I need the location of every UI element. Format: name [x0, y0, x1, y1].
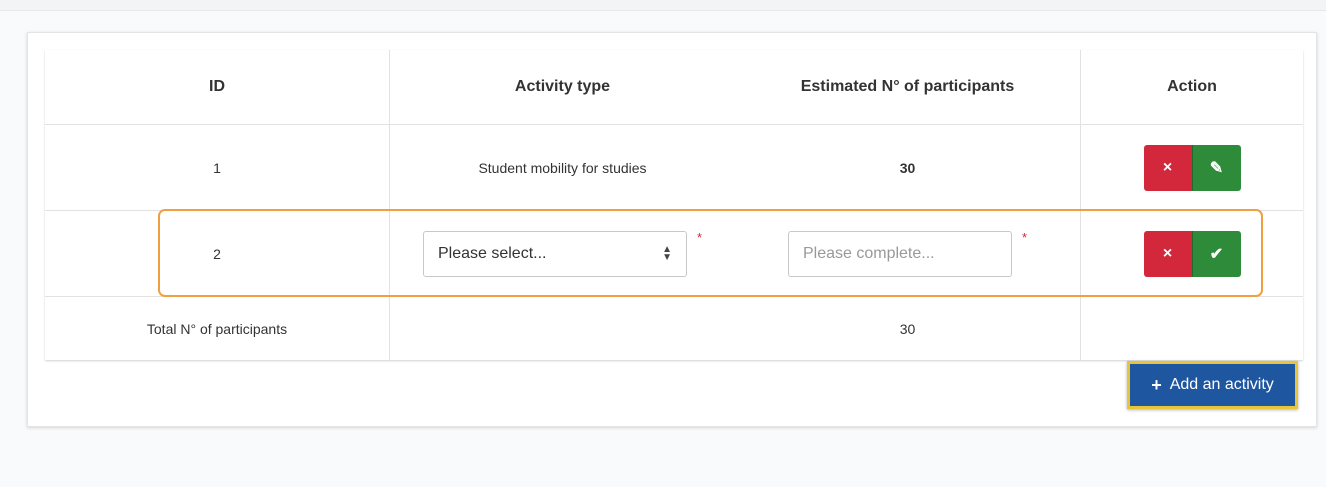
total-empty-cell [390, 297, 736, 361]
activity-type-select[interactable]: Please select... ▲ ▼ [422, 230, 687, 277]
row-participants: 30 [735, 124, 1081, 211]
row-actions: × ✔ [1080, 210, 1303, 297]
table-row-editing: 2 Please select... ▲ ▼ * Please complete… [45, 210, 1303, 297]
total-value: 30 [735, 296, 1081, 360]
table-row: 1 Student mobility for studies 30 × ✎ [45, 124, 1303, 211]
sort-arrows-icon: ▲ ▼ [662, 243, 672, 263]
confirm-button[interactable]: ✔ [1191, 230, 1241, 277]
header-participants: Estimated N° of participants [735, 50, 1081, 125]
cancel-button[interactable]: × [1143, 230, 1192, 277]
row-activity-type-cell: Please select... ▲ ▼ * [389, 210, 735, 297]
table-header-row: ID Activity type Estimated N° of partici… [45, 50, 1303, 125]
total-action-empty [1081, 297, 1304, 361]
delete-button[interactable]: × [1143, 144, 1192, 191]
required-marker: * [696, 229, 703, 245]
activities-table: ID Activity type Estimated N° of partici… [45, 50, 1303, 360]
select-value: Please select... [437, 244, 547, 262]
required-marker: * [1021, 229, 1028, 245]
total-row: Total N° of participants 30 [45, 296, 1304, 361]
row-action-group: × ✔ [1143, 230, 1241, 277]
activities-card: ID Activity type Estimated N° of partici… [27, 32, 1317, 427]
row-id: 1 [45, 124, 390, 211]
check-icon: ✔ [1209, 245, 1224, 263]
pencil-icon: ✎ [1209, 159, 1224, 177]
row-id: 2 [45, 210, 390, 297]
row-actions: × ✎ [1080, 124, 1303, 211]
add-activity-button[interactable]: + Add an activity [1127, 361, 1298, 409]
header-action: Action [1080, 50, 1303, 125]
add-activity-label: Add an activity [1169, 376, 1274, 393]
close-icon: × [1162, 158, 1173, 176]
row-action-group: × ✎ [1143, 144, 1241, 191]
top-strip [0, 0, 1326, 11]
row-activity-type: Student mobility for studies [389, 124, 735, 211]
header-id: ID [45, 50, 390, 125]
row-participants-cell: * [735, 210, 1081, 297]
edit-button[interactable]: ✎ [1191, 144, 1241, 191]
header-activity-type: Activity type [389, 50, 735, 125]
activity-select-wrap: Please select... ▲ ▼ * [422, 229, 703, 277]
participants-input[interactable] [787, 230, 1012, 277]
close-icon: × [1162, 244, 1173, 262]
plus-icon: + [1151, 374, 1162, 395]
total-label: Total N° of participants [45, 296, 390, 360]
participants-input-wrap: * [787, 229, 1028, 277]
